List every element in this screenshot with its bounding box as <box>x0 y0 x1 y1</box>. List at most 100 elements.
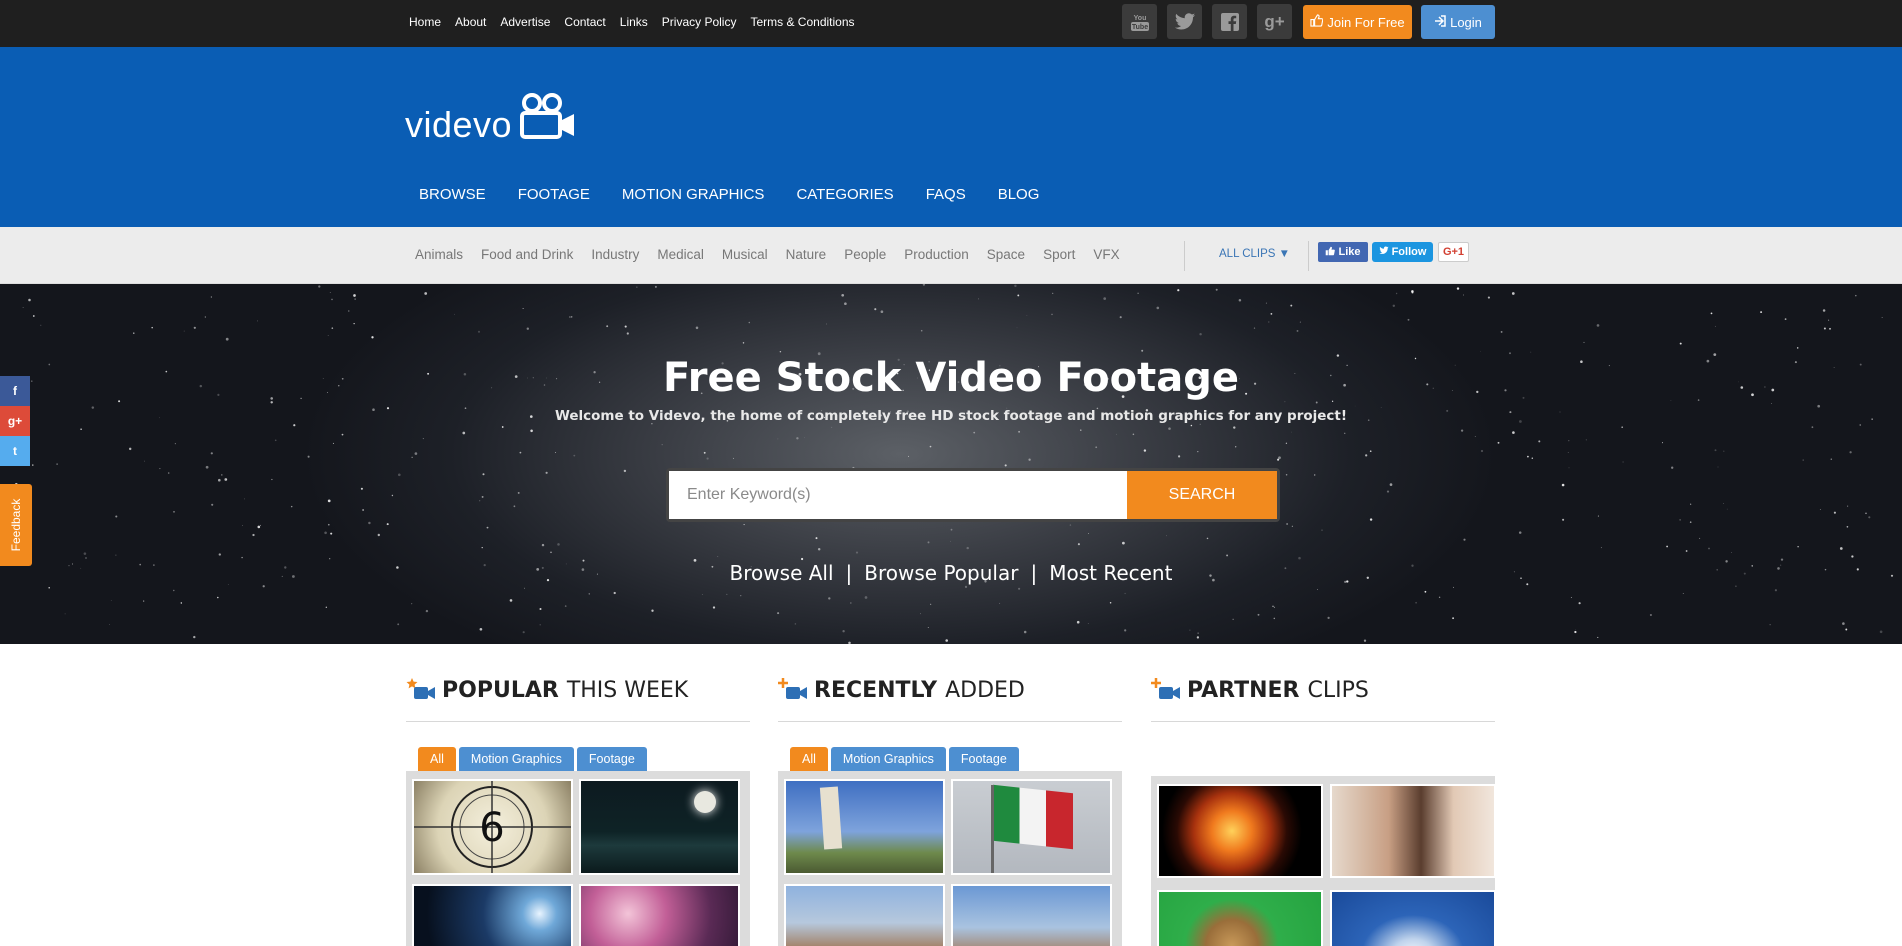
star <box>1265 302 1267 304</box>
star <box>1512 431 1515 434</box>
tab-footage[interactable]: Footage <box>576 747 647 771</box>
clip-thumbnail[interactable] <box>784 779 945 875</box>
category-sport[interactable]: Sport <box>1043 247 1075 262</box>
clip-thumbnail[interactable] <box>412 884 573 946</box>
star <box>28 298 31 302</box>
category-musical[interactable]: Musical <box>722 247 768 262</box>
category-animals[interactable]: Animals <box>415 247 463 262</box>
tab-motion-graphics[interactable]: Motion Graphics <box>458 747 574 771</box>
clip-thumbnail[interactable] <box>1330 890 1496 946</box>
top-link-about[interactable]: About <box>455 15 486 29</box>
google-plus-one-button[interactable]: G+1 <box>1438 242 1469 262</box>
star <box>1845 628 1848 631</box>
star <box>1415 601 1417 604</box>
youtube-icon[interactable]: You Tube <box>1122 4 1157 39</box>
star <box>360 487 363 490</box>
top-link-privacy-policy[interactable]: Privacy Policy <box>662 15 737 29</box>
star <box>1327 616 1330 620</box>
top-link-contact[interactable]: Contact <box>564 15 605 29</box>
star <box>56 463 58 465</box>
category-nature[interactable]: Nature <box>786 247 827 262</box>
clip-thumbnail[interactable] <box>1157 890 1323 946</box>
star <box>1578 602 1581 605</box>
tab-footage[interactable]: Footage <box>948 747 1019 771</box>
star <box>1868 516 1871 519</box>
hero-banner: Free Stock Video Footage Welcome to Vide… <box>0 284 1902 644</box>
tab-all[interactable]: All <box>418 747 456 771</box>
nav-motion-graphics[interactable]: MOTION GRAPHICS <box>622 186 765 203</box>
nav-footage[interactable]: FOOTAGE <box>518 186 590 203</box>
star <box>1685 550 1688 552</box>
clip-thumbnail[interactable] <box>951 884 1112 946</box>
star <box>1865 512 1867 515</box>
facebook-icon[interactable] <box>1212 4 1247 39</box>
top-link-terms[interactable]: Terms & Conditions <box>750 15 854 29</box>
all-clips-dropdown[interactable]: ALL CLIPS ▼ <box>1219 248 1290 260</box>
category-people[interactable]: People <box>844 247 886 262</box>
nav-faqs[interactable]: FAQS <box>926 186 966 203</box>
clip-thumbnail[interactable] <box>1157 784 1323 878</box>
browse-popular-link[interactable]: Browse Popular <box>864 561 1018 585</box>
star <box>1731 551 1732 553</box>
star <box>1321 529 1323 531</box>
star <box>555 451 557 453</box>
feedback-tab[interactable]: Feedback <box>0 484 32 566</box>
search-input[interactable] <box>669 471 1127 519</box>
star <box>550 551 552 554</box>
site-header: videvo BROWSE FOOTAGE MOTION GRAPHICS CA… <box>0 47 1902 227</box>
tab-all[interactable]: All <box>790 747 828 771</box>
twitter-icon[interactable] <box>1167 4 1202 39</box>
top-link-advertise[interactable]: Advertise <box>500 15 550 29</box>
star <box>481 546 483 549</box>
star <box>1395 292 1398 295</box>
google-plus-icon[interactable]: g+ <box>1257 4 1292 39</box>
star <box>80 428 82 430</box>
category-space[interactable]: Space <box>987 247 1025 262</box>
top-link-home[interactable]: Home <box>409 15 441 29</box>
facebook-icon[interactable]: f <box>0 376 30 406</box>
star <box>1365 454 1368 457</box>
site-logo[interactable]: videvo <box>405 93 578 143</box>
star <box>539 607 542 611</box>
category-medical[interactable]: Medical <box>657 247 704 262</box>
twitter-icon[interactable]: t <box>0 436 30 466</box>
star <box>1411 291 1414 294</box>
clip-thumbnail[interactable] <box>951 779 1112 875</box>
star <box>519 451 522 454</box>
star <box>167 472 170 474</box>
clip-thumbnail[interactable] <box>579 779 740 875</box>
star <box>144 460 146 462</box>
star <box>1177 289 1180 292</box>
tab-motion-graphics[interactable]: Motion Graphics <box>830 747 946 771</box>
search-form: SEARCH <box>666 468 1280 522</box>
clip-thumbnail[interactable] <box>1330 784 1496 878</box>
browse-all-link[interactable]: Browse All <box>730 561 834 585</box>
most-recent-link[interactable]: Most Recent <box>1049 561 1172 585</box>
star <box>225 479 227 481</box>
category-food-and-drink[interactable]: Food and Drink <box>481 247 573 262</box>
login-button[interactable]: Login <box>1421 5 1495 39</box>
star <box>1531 457 1534 460</box>
clip-thumbnail[interactable] <box>579 884 740 946</box>
join-for-free-button[interactable]: Join For Free <box>1303 5 1412 39</box>
search-button[interactable]: SEARCH <box>1127 471 1277 519</box>
clip-thumbnail[interactable] <box>784 884 945 946</box>
star <box>293 424 296 427</box>
category-production[interactable]: Production <box>904 247 969 262</box>
star <box>151 326 153 329</box>
clip-thumbnail[interactable]: 6 <box>412 779 573 875</box>
category-industry[interactable]: Industry <box>591 247 639 262</box>
star <box>1538 440 1541 443</box>
facebook-like-button[interactable]: Like <box>1318 242 1368 262</box>
star <box>1253 327 1256 329</box>
nav-categories[interactable]: CATEGORIES <box>796 186 893 203</box>
nav-blog[interactable]: BLOG <box>998 186 1040 203</box>
star <box>271 478 273 481</box>
twitter-follow-button[interactable]: Follow <box>1372 242 1433 262</box>
star <box>1851 555 1854 558</box>
category-vfx[interactable]: VFX <box>1093 247 1119 262</box>
star <box>1723 503 1725 504</box>
top-link-links[interactable]: Links <box>620 15 648 29</box>
nav-browse[interactable]: BROWSE <box>419 186 486 203</box>
google-plus-icon[interactable]: g+ <box>0 406 30 436</box>
